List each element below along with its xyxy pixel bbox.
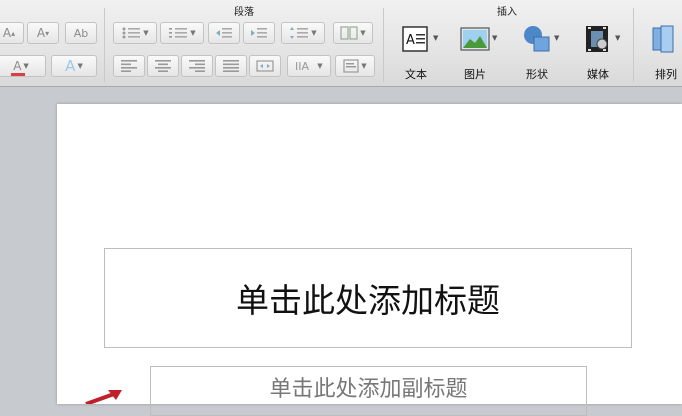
align-left-icon [121, 60, 137, 72]
clear-format-icon: Ab [73, 26, 89, 40]
insert-picture-button[interactable]: ▼ 图片 [452, 22, 498, 81]
ribbon-separator [104, 8, 105, 82]
insert-media-button[interactable]: ▼ 媒体 [575, 22, 621, 81]
font-color-icon: A [11, 59, 26, 76]
arrange-icon [652, 25, 674, 53]
align-text-icon [343, 59, 359, 73]
bullets-button[interactable]: ▼ [113, 22, 157, 44]
grow-font-button[interactable]: A ▴ [0, 22, 24, 44]
columns-button[interactable]: ▼ [333, 22, 373, 44]
clear-format-button[interactable]: Ab [65, 22, 97, 44]
insert-media-label: 媒体 [587, 68, 609, 81]
numbering-button[interactable]: ▼ [160, 22, 204, 44]
justify-icon [223, 60, 239, 72]
arrange-label: 排列 [655, 68, 677, 81]
slide-canvas[interactable]: 单击此处添加标题 单击此处添加副标题 [57, 104, 682, 416]
title-placeholder-text: 单击此处添加标题 [236, 281, 500, 320]
svg-text:IIA: IIA [295, 60, 309, 73]
distributed-button[interactable] [249, 55, 281, 77]
line-spacing-button[interactable]: ▼ [281, 22, 325, 44]
grow-font-label: A [2, 26, 12, 40]
insert-shapes-button[interactable]: ▼ 形状 [514, 22, 560, 81]
ribbon-separator [633, 8, 634, 82]
align-right-button[interactable] [181, 55, 213, 77]
arrange-button[interactable]: 排列 [643, 22, 682, 81]
align-left-button[interactable] [113, 55, 145, 77]
insert-picture-label: 图片 [464, 68, 486, 81]
media-icon [586, 26, 608, 52]
text-effects-dropdown-icon: ▼ [77, 62, 83, 70]
justify-button[interactable] [215, 55, 247, 77]
red-arrow-icon [85, 390, 122, 404]
subtitle-placeholder[interactable]: 单击此处添加副标题 [150, 366, 587, 416]
insert-text-button[interactable]: A ▼ 文本 [393, 22, 439, 81]
align-right-icon [189, 60, 205, 72]
shrink-font-button[interactable]: A ▾ [27, 22, 59, 44]
title-placeholder[interactable]: 单击此处添加标题 [104, 248, 632, 348]
decrease-indent-icon [216, 28, 232, 38]
align-center-button[interactable] [147, 55, 179, 77]
ribbon-separator [383, 8, 384, 82]
line-spacing-icon [290, 27, 309, 39]
shapes-icon [524, 26, 550, 52]
picture-icon [460, 27, 490, 51]
increase-indent-button[interactable] [243, 22, 275, 44]
decrease-indent-button[interactable] [208, 22, 240, 44]
numbered-list-icon [169, 28, 188, 38]
text-effects-icon: A [65, 57, 76, 75]
ribbon-toolbar: A ▴ A ▾ Ab A ▼ A ▼ 段落 ▼ ▼ ▼ ▼ IIA ▼ ▼ 插入… [0, 0, 682, 87]
insert-text-label: 文本 [405, 68, 427, 81]
distributed-icon [256, 60, 274, 72]
shrink-font-label: A [36, 26, 46, 40]
font-color-dropdown-icon: ▼ [23, 62, 29, 70]
text-direction-button[interactable]: IIA ▼ [287, 55, 331, 77]
align-center-icon [155, 60, 171, 72]
text-effects-button[interactable]: A ▼ [51, 55, 97, 77]
insert-shapes-label: 形状 [526, 68, 548, 81]
subtitle-placeholder-text: 单击此处添加副标题 [269, 377, 468, 402]
columns-icon [340, 26, 358, 40]
svg-text:A: A [406, 33, 415, 48]
align-text-button[interactable]: ▼ [335, 55, 375, 77]
insert-group-title: 插入 [497, 7, 517, 18]
font-color-button[interactable]: A ▼ [0, 55, 46, 77]
paragraph-group-title: 段落 [234, 7, 254, 18]
text-box-icon: A [402, 26, 428, 52]
text-direction-icon: IIA [295, 60, 309, 73]
increase-indent-icon [251, 28, 267, 38]
bullet-list-icon [122, 27, 141, 39]
